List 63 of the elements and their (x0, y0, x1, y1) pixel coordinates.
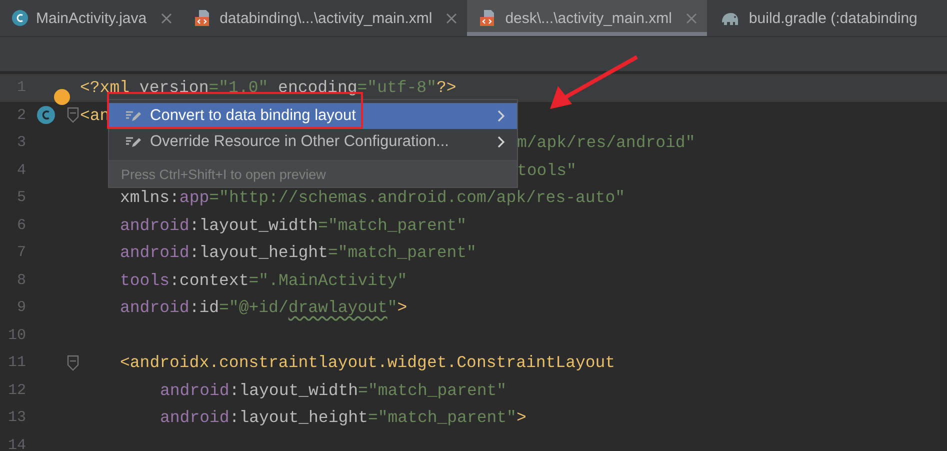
editor-tab[interactable]: databinding\...\activity_main.xml (182, 0, 468, 36)
code-text: app (179, 188, 210, 208)
code-text: :layout_width (189, 216, 318, 235)
line-number: 7 (16, 244, 26, 262)
code-text: tools" (517, 160, 576, 180)
code-text: ="1.0" (208, 78, 270, 98)
code-text: " (387, 298, 398, 318)
code-text: android (120, 298, 190, 318)
code-text: tools (120, 270, 170, 290)
intention-icon (125, 135, 141, 149)
line-number: 9 (16, 299, 26, 316)
code-text: ?> (436, 78, 456, 98)
code-text: > (516, 408, 526, 428)
code-text: :layout_height (229, 408, 368, 428)
class-icon[interactable] (37, 106, 55, 124)
code-text: :layout_height (189, 243, 328, 262)
line-number: 4 (16, 162, 26, 179)
editor-tab[interactable]: desk\...\activity_main.xml (467, 0, 707, 36)
code-text: version (139, 78, 209, 98)
code-text: <?xml (80, 78, 131, 98)
code-text: > (397, 298, 408, 318)
code-text: <androidx.constraintlayout.widget.ConstraintLayout (120, 353, 616, 372)
code-text: :layout_width (229, 380, 358, 400)
code-text: ="utf-8" (357, 78, 436, 98)
line-number: 14 (6, 436, 26, 451)
code-text: :context (170, 270, 249, 290)
code-text: android (160, 380, 230, 400)
code-text: ="http://schemas.android.com/apk/res-auto" (209, 188, 626, 208)
fold-icon[interactable] (67, 107, 79, 124)
code-text: ="match_parent" (328, 243, 476, 262)
line-number: 3 (16, 134, 26, 152)
code-text: ="match_parent" (358, 380, 507, 400)
code-text: drawlayout (288, 298, 388, 318)
code-text: android (120, 243, 190, 262)
code-text: android (120, 216, 190, 235)
line-number: 11 (6, 354, 26, 372)
code-text: xmlns: (120, 188, 180, 208)
code-text: ="match_parent" (368, 408, 516, 428)
code-text: m/apk/res/android" (517, 133, 696, 152)
line-number: 13 (6, 409, 26, 426)
popup-hint: Press Ctrl+Shift+I to open preview (109, 160, 517, 187)
close-icon[interactable] (160, 12, 172, 24)
line-number: 2 (16, 106, 26, 124)
line-number: 10 (6, 326, 26, 344)
code-text: :id (189, 298, 220, 318)
popup-item[interactable]: Override Resource in Other Configuration... (109, 129, 517, 155)
line-number: 6 (16, 216, 26, 234)
editor-tab[interactable]: build.gradle (:databinding (706, 0, 928, 36)
editor-tab[interactable]: MainActivity.java (0, 0, 182, 36)
code-text: ="@+id/ (219, 298, 288, 318)
popup-item[interactable]: Convert to data binding layout (109, 103, 517, 129)
intention-icon (125, 109, 141, 123)
close-icon[interactable] (446, 12, 458, 24)
xml-file-icon (194, 9, 212, 27)
close-icon[interactable] (686, 12, 697, 24)
class-icon (12, 10, 28, 26)
code-text: android (160, 408, 230, 428)
line-number: 12 (6, 382, 26, 399)
code-text: =".MainActivity" (248, 270, 408, 290)
line-number: 8 (16, 272, 26, 289)
line-number: 5 (16, 189, 26, 206)
code-text: ="match_parent" (318, 216, 467, 235)
fold-icon[interactable] (67, 354, 79, 371)
